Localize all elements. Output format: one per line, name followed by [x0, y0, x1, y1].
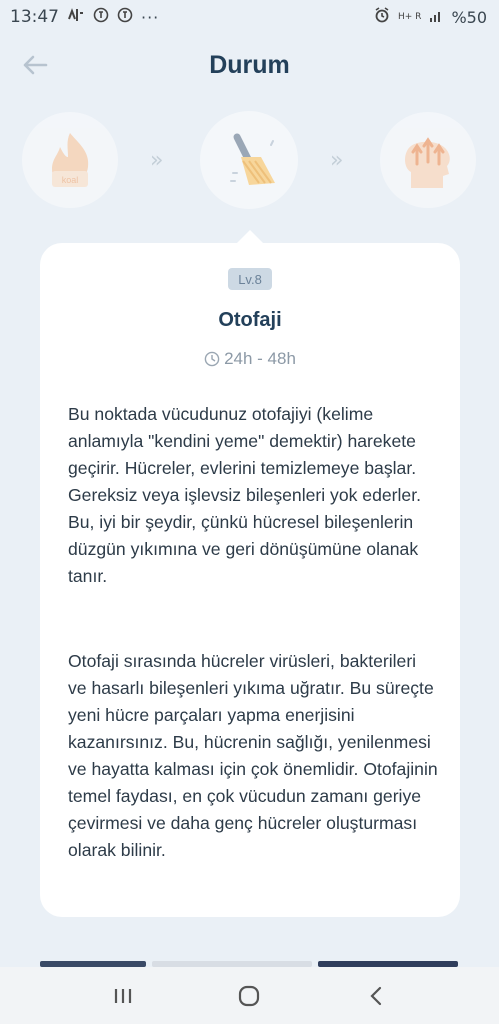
stage-label: koal: [62, 175, 79, 185]
stage-fat-burning[interactable]: koal: [22, 112, 118, 208]
back-nav-button[interactable]: [356, 976, 396, 1016]
broom-icon: [230, 133, 275, 185]
description-paragraph-1: Bu noktada vücudunuz otofajiyi (kelime a…: [68, 404, 421, 586]
stage-carousel: koal » »: [0, 108, 499, 218]
duration: 24h - 48h: [40, 349, 460, 369]
back-button[interactable]: [18, 48, 52, 82]
head-growth-icon: [405, 137, 450, 188]
activity-icon: [67, 7, 85, 27]
battery-level: %50: [451, 7, 487, 27]
page-title: Durum: [209, 50, 290, 79]
status-time: 13:47: [10, 7, 59, 27]
system-nav-bar: [0, 967, 499, 1024]
more-notifications-icon: ···: [141, 7, 160, 27]
back-chevron-icon: [370, 986, 381, 1005]
status-bar: 13:47 ··· H+ R %50: [0, 0, 499, 34]
chevron-right-icon: »: [330, 148, 344, 173]
flame-icon: koal: [52, 133, 89, 187]
app-notification-icon-2: [117, 7, 133, 27]
stage-autophagy[interactable]: [200, 111, 298, 209]
recent-apps-icon: [115, 988, 132, 1003]
app-notification-icon: [93, 7, 109, 27]
level-badge: Lv.8: [228, 268, 272, 290]
chevron-right-icon: »: [150, 148, 164, 173]
stage-growth-hormone[interactable]: [380, 112, 476, 208]
stage-title: Otofaji: [218, 309, 282, 331]
alarm-icon: [374, 7, 390, 27]
home-button[interactable]: [229, 976, 269, 1016]
clock-icon: [204, 351, 220, 367]
description-paragraph-2: Otofaji sırasında hücreler virüsleri, ba…: [68, 651, 438, 860]
stage-detail-card: Lv.8 Otofaji 24h - 48h Bu noktada vücudu…: [40, 243, 460, 917]
header: Durum: [0, 38, 499, 92]
home-icon: [239, 985, 260, 1006]
signal-icon: H+ R: [398, 12, 422, 22]
card-pointer: [236, 230, 264, 244]
signal-bars-icon: [429, 8, 443, 26]
arrow-left-icon: [23, 55, 48, 75]
duration-text: 24h - 48h: [224, 349, 296, 368]
recent-apps-button[interactable]: [103, 976, 143, 1016]
